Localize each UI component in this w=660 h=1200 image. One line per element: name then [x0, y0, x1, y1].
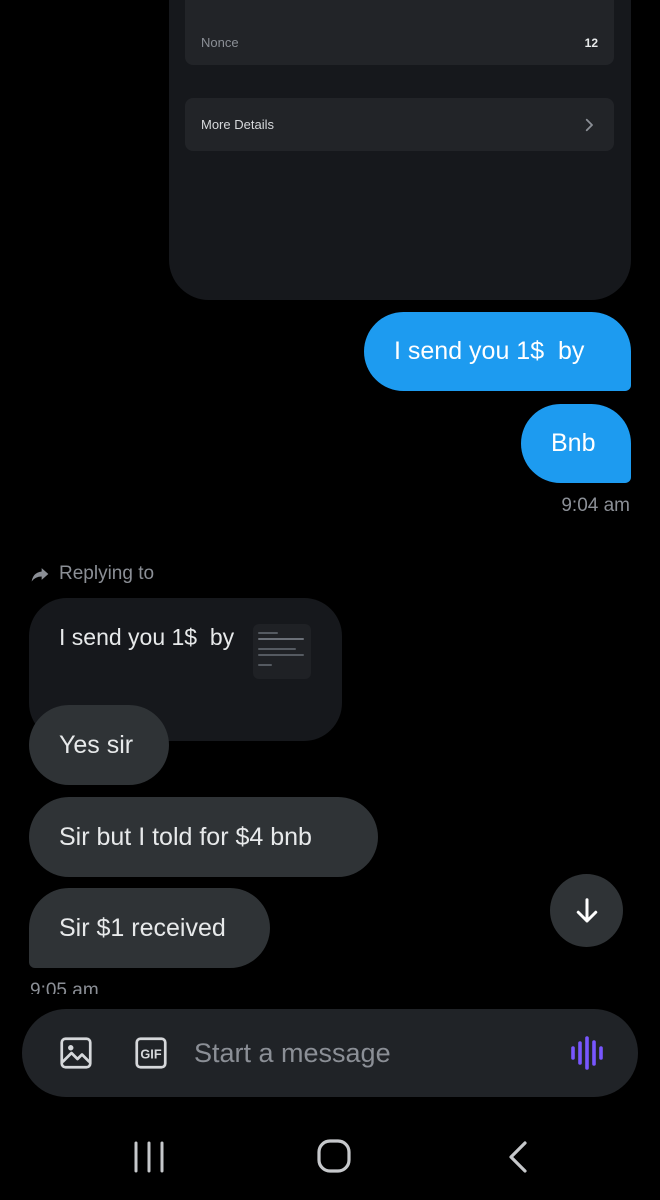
- sent-message[interactable]: I send you 1$ by: [364, 312, 631, 391]
- scroll-to-bottom-button[interactable]: [550, 874, 623, 947]
- message-input[interactable]: [194, 1031, 554, 1075]
- nonce-row: Nonce 12: [185, 0, 614, 65]
- sent-message[interactable]: Bnb: [521, 404, 631, 483]
- received-timestamp: 9:05 am: [30, 980, 99, 994]
- sent-timestamp: 9:04 am: [561, 495, 630, 516]
- received-message-text: Sir but I told for $4 bnb: [59, 822, 312, 851]
- reply-arrow-icon: [31, 568, 49, 582]
- gif-icon[interactable]: GIF: [133, 1035, 169, 1071]
- received-message[interactable]: Sir $1 received: [29, 888, 270, 968]
- quoted-message-text: I send you 1$ by: [59, 624, 235, 650]
- sent-message-text: Bnb: [551, 429, 596, 457]
- home-icon[interactable]: [316, 1138, 352, 1174]
- more-details-row[interactable]: More Details: [185, 98, 614, 151]
- message-composer: GIF: [22, 1009, 638, 1097]
- transaction-card: Nonce 12 More Details: [169, 0, 631, 300]
- received-message-text: Yes sir: [59, 730, 134, 759]
- more-details-label: More Details: [201, 117, 274, 132]
- voice-wave-icon[interactable]: [570, 1036, 608, 1070]
- back-icon[interactable]: [506, 1140, 530, 1174]
- reply-header: Replying to: [30, 563, 154, 585]
- quoted-thumbnail: [253, 624, 311, 679]
- image-icon[interactable]: [58, 1035, 94, 1071]
- received-message[interactable]: Yes sir: [29, 705, 169, 785]
- received-message[interactable]: Sir but I told for $4 bnb: [29, 797, 378, 877]
- gif-label: GIF: [140, 1046, 161, 1061]
- reply-header-label: Replying to: [59, 563, 155, 584]
- received-message-text: Sir $1 received: [59, 913, 226, 942]
- recent-apps-icon[interactable]: [132, 1140, 168, 1174]
- chevron-right-icon: [585, 118, 593, 131]
- nonce-value: 12: [584, 35, 598, 50]
- nonce-label: Nonce: [201, 35, 239, 50]
- sent-message-text: I send you 1$ by: [394, 337, 585, 365]
- arrow-down-icon: [576, 897, 597, 922]
